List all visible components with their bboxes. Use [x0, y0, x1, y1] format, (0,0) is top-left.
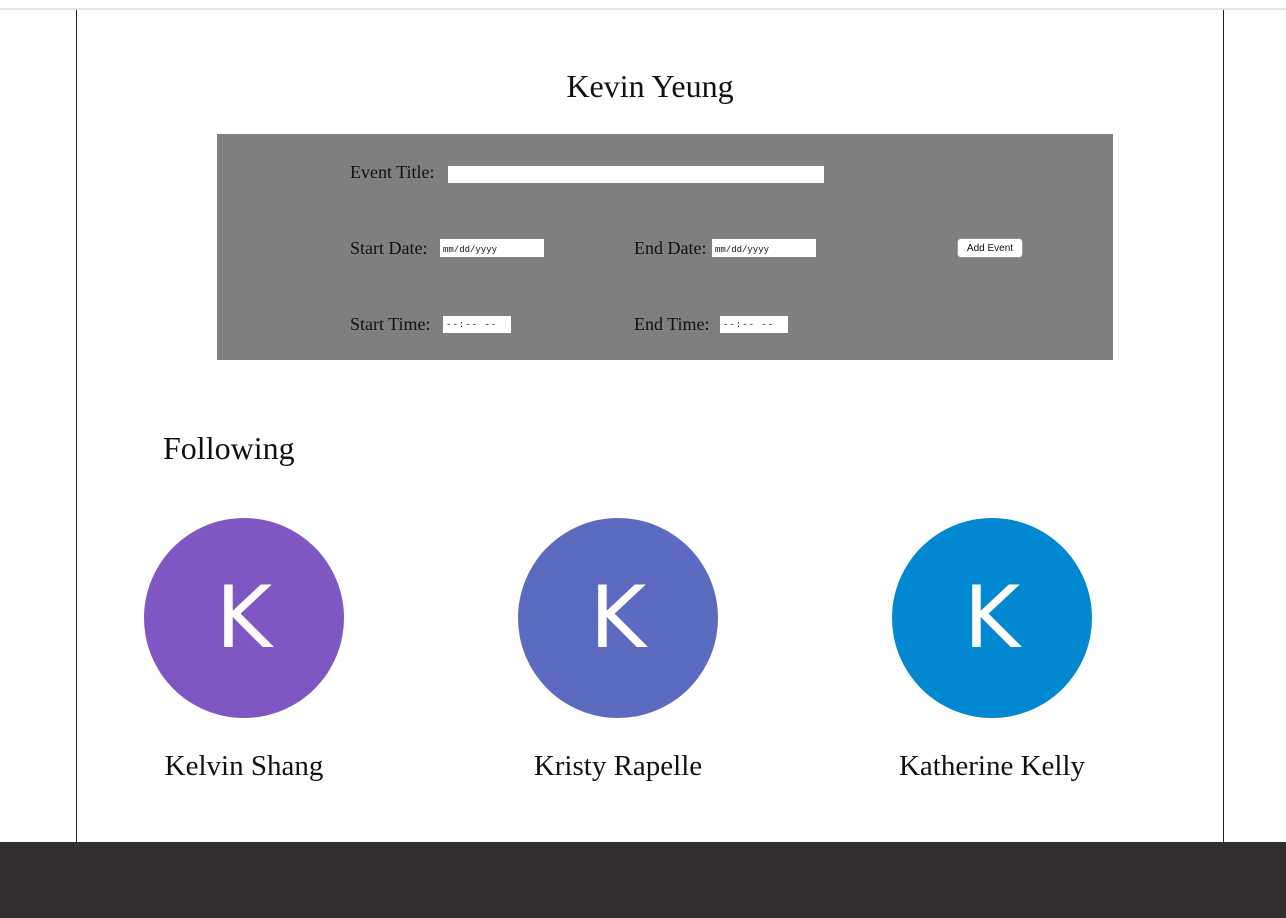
event-form: Event Title: Start Date: End Date: Add E… [217, 134, 1113, 360]
avatar[interactable]: K [518, 518, 718, 718]
end-time-input[interactable] [720, 316, 788, 333]
event-title-input[interactable] [448, 166, 824, 183]
following-card[interactable]: K Kelvin Shang [124, 518, 364, 808]
following-card[interactable]: K Kristy Rapelle [498, 518, 738, 808]
add-event-button[interactable]: Add Event [957, 238, 1023, 258]
start-date-label: Start Date: [350, 238, 428, 258]
profile-name: Kevin Yeung [566, 68, 734, 104]
event-title-label: Event Title: [350, 162, 435, 182]
following-heading: Following [163, 430, 295, 466]
end-date-input[interactable] [712, 239, 816, 257]
start-time-label: Start Time: [350, 314, 431, 334]
avatar[interactable]: K [144, 518, 344, 718]
avatar[interactable]: K [892, 518, 1092, 718]
end-time-label: End Time: [634, 314, 710, 334]
following-card[interactable]: K Katherine Kelly [872, 518, 1112, 808]
person-name[interactable]: Kristy Rapelle [498, 748, 738, 784]
footer-bar [0, 842, 1286, 918]
end-date-label: End Date: [634, 238, 707, 258]
person-name[interactable]: Kelvin Shang [124, 748, 364, 784]
page-content: Kevin Yeung Event Title: Start Date: End… [76, 10, 1224, 842]
person-name[interactable]: Katherine Kelly [872, 748, 1112, 784]
start-time-input[interactable] [443, 316, 511, 333]
start-date-input[interactable] [440, 239, 544, 257]
